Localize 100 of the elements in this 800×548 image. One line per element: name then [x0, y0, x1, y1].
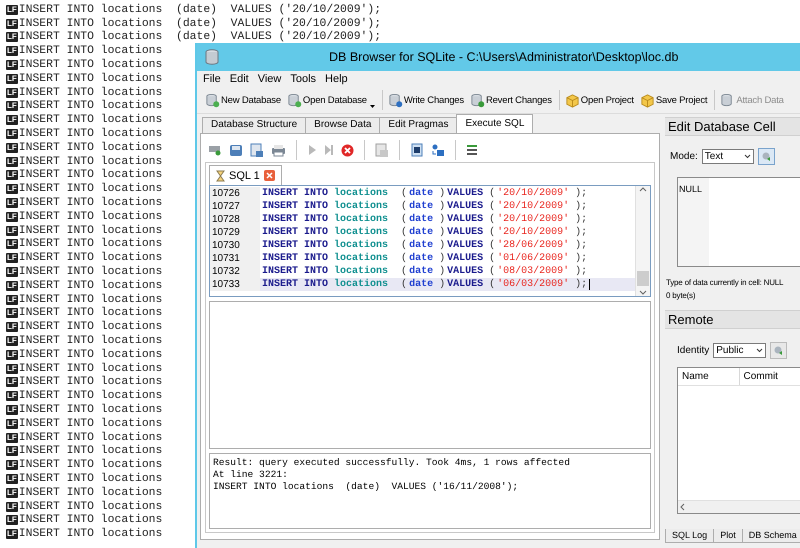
line-feed-marker: LF — [6, 129, 18, 140]
caret-icon[interactable] — [370, 104, 375, 108]
message-line: INSERT INTO locations (date) VALUES ('16/11/2008'); — [213, 481, 520, 493]
tab[interactable]: Edit Pragmas — [379, 117, 458, 133]
line-feed-marker: LF — [6, 294, 18, 305]
menu-item[interactable]: Edit — [228, 73, 256, 85]
open-project-icon — [564, 92, 580, 108]
line-feed-marker: LF — [6, 156, 18, 167]
toolbar-button[interactable]: Open Database — [284, 90, 379, 110]
toolbar-button[interactable]: Revert Changes — [468, 90, 556, 110]
tab[interactable]: Database Structure — [202, 117, 306, 133]
code-line: INSERT INTO locations — [18, 197, 162, 210]
menu-item[interactable]: Tools — [288, 73, 324, 85]
type-info: Type of data currently in cell: NULL — [665, 278, 784, 287]
line-feed-marker: LF — [6, 308, 18, 318]
scrollbar[interactable] — [635, 186, 650, 296]
line-number: 10733 — [210, 278, 260, 291]
scroll-down-icon[interactable] — [639, 288, 647, 296]
line-feed-marker: LF — [6, 212, 18, 222]
column-header[interactable]: Name — [678, 368, 740, 385]
toolbar-button[interactable]: New Database — [203, 90, 285, 110]
code-line: INSERT INTO locations — [18, 156, 162, 168]
line-number: 10729 — [210, 226, 260, 239]
dock-tab[interactable]: SQL Log — [665, 529, 714, 543]
database-icon — [205, 49, 219, 65]
menu-item[interactable]: Help — [323, 73, 355, 85]
chevron-down-icon[interactable] — [744, 154, 751, 159]
line-number: 10732 — [210, 265, 260, 278]
cell-editor[interactable]: NULL — [677, 177, 800, 267]
identity-select[interactable]: Public — [713, 343, 766, 358]
toolbar-button[interactable]: Write Changes — [386, 90, 468, 110]
stop-icon[interactable] — [341, 144, 354, 156]
code-line: INSERT INTO locations — [18, 459, 162, 472]
scrollbar-thumb[interactable] — [637, 271, 649, 286]
line-feed-marker: LF — [6, 4, 18, 15]
code-line: INSERT INTO locations — [18, 486, 162, 499]
gear-button[interactable] — [770, 342, 788, 359]
code-line: INSERT INTO locations — [18, 280, 162, 292]
line-feed-marker: LF — [6, 446, 18, 456]
scroll-up-icon[interactable] — [639, 186, 647, 194]
toolbar-button[interactable]: Save Project — [638, 90, 712, 110]
close-icon[interactable] — [264, 170, 275, 181]
code-line: INSERT INTO locations (date) VALUES ('20/10/2009'); — [18, 31, 382, 44]
line-feed-marker: LF — [6, 142, 18, 153]
editor-tab[interactable]: SQL 1 — [209, 165, 282, 185]
code-line: INSERT INTO locations — [18, 321, 162, 334]
line-feed-marker: LF — [6, 474, 18, 484]
identity-label: Identity — [677, 345, 710, 356]
line-feed-marker: LF — [6, 60, 18, 70]
line-feed-marker: LF — [6, 198, 18, 208]
hourglass-icon — [216, 170, 225, 182]
dock-tab[interactable]: Plot — [713, 529, 743, 543]
mode-select[interactable]: Text — [702, 149, 754, 164]
gear-button[interactable] — [758, 148, 775, 165]
code-line: INSERT INTO locations — [18, 86, 162, 99]
code-line: INSERT INTO locations — [18, 390, 162, 402]
column-header[interactable]: Commit — [740, 368, 800, 385]
line-feed-marker: LF — [6, 364, 18, 374]
code-line: INSERT INTO locations ( date ) VALUES ( '01/06/2009' ); — [261, 253, 588, 264]
line-number: 10730 — [210, 239, 260, 252]
line-feed-marker: LF — [6, 239, 18, 250]
tab[interactable]: Browse Data — [305, 117, 380, 133]
sql-editor[interactable] — [209, 185, 651, 297]
cell-value: NULL — [678, 178, 709, 266]
line-feed-marker: LF — [6, 405, 18, 415]
code-line: INSERT INTO locations — [18, 100, 162, 112]
toolbar-button[interactable]: Open Project — [562, 90, 638, 110]
code-line: INSERT INTO locations — [18, 45, 162, 58]
code-line: INSERT INTO locations — [18, 238, 162, 250]
save-project-icon — [640, 92, 655, 108]
code-line: INSERT INTO locations ( date ) VALUES ( '06/03/2009' ); — [261, 279, 588, 290]
dock-tab[interactable]: DB Schema — [742, 529, 800, 543]
code-line: INSERT INTO locations — [18, 307, 162, 320]
code-line: INSERT INTO locations (date) VALUES ('20/10/2009'); — [18, 4, 382, 16]
line-feed-marker: LF — [6, 170, 18, 180]
code-line: INSERT INTO locations ( date ) VALUES ( '20/10/2009' ); — [261, 227, 588, 238]
code-line: INSERT INTO locations ( date ) VALUES ( '08/03/2009' ); — [261, 266, 588, 277]
menu-item[interactable]: View — [256, 73, 288, 85]
code-line: INSERT INTO locations — [18, 528, 162, 540]
line-feed-marker: LF — [6, 336, 18, 346]
chevron-down-icon[interactable] — [756, 348, 764, 353]
line-feed-marker: LF — [6, 267, 18, 278]
code-line: INSERT INTO locations — [18, 432, 162, 444]
comment-lines-icon[interactable] — [466, 144, 478, 156]
line-feed-marker: LF — [6, 418, 18, 429]
menu-item[interactable]: File — [201, 73, 228, 85]
line-number: 10728 — [210, 213, 260, 226]
code-line: INSERT INTO locations — [18, 514, 162, 526]
line-feed-marker: LF — [6, 515, 18, 526]
code-line: INSERT INTO locations ( date ) VALUES ( '28/06/2009' ); — [261, 240, 588, 251]
print-icon[interactable] — [271, 144, 286, 156]
code-line: INSERT INTO locations — [18, 500, 162, 513]
window-title: DB Browser for SQLite - C:\Users\Administrator\Desktop\loc.db — [329, 50, 678, 64]
code-line: INSERT INTO locations — [18, 418, 162, 430]
code-line: INSERT INTO locations — [18, 445, 162, 458]
scrollbar[interactable] — [678, 500, 800, 513]
new-tab-icon[interactable] — [208, 144, 222, 156]
code-line: INSERT INTO locations — [18, 404, 162, 416]
revert-changes-icon — [470, 92, 485, 108]
line-feed-marker: LF — [6, 226, 18, 236]
